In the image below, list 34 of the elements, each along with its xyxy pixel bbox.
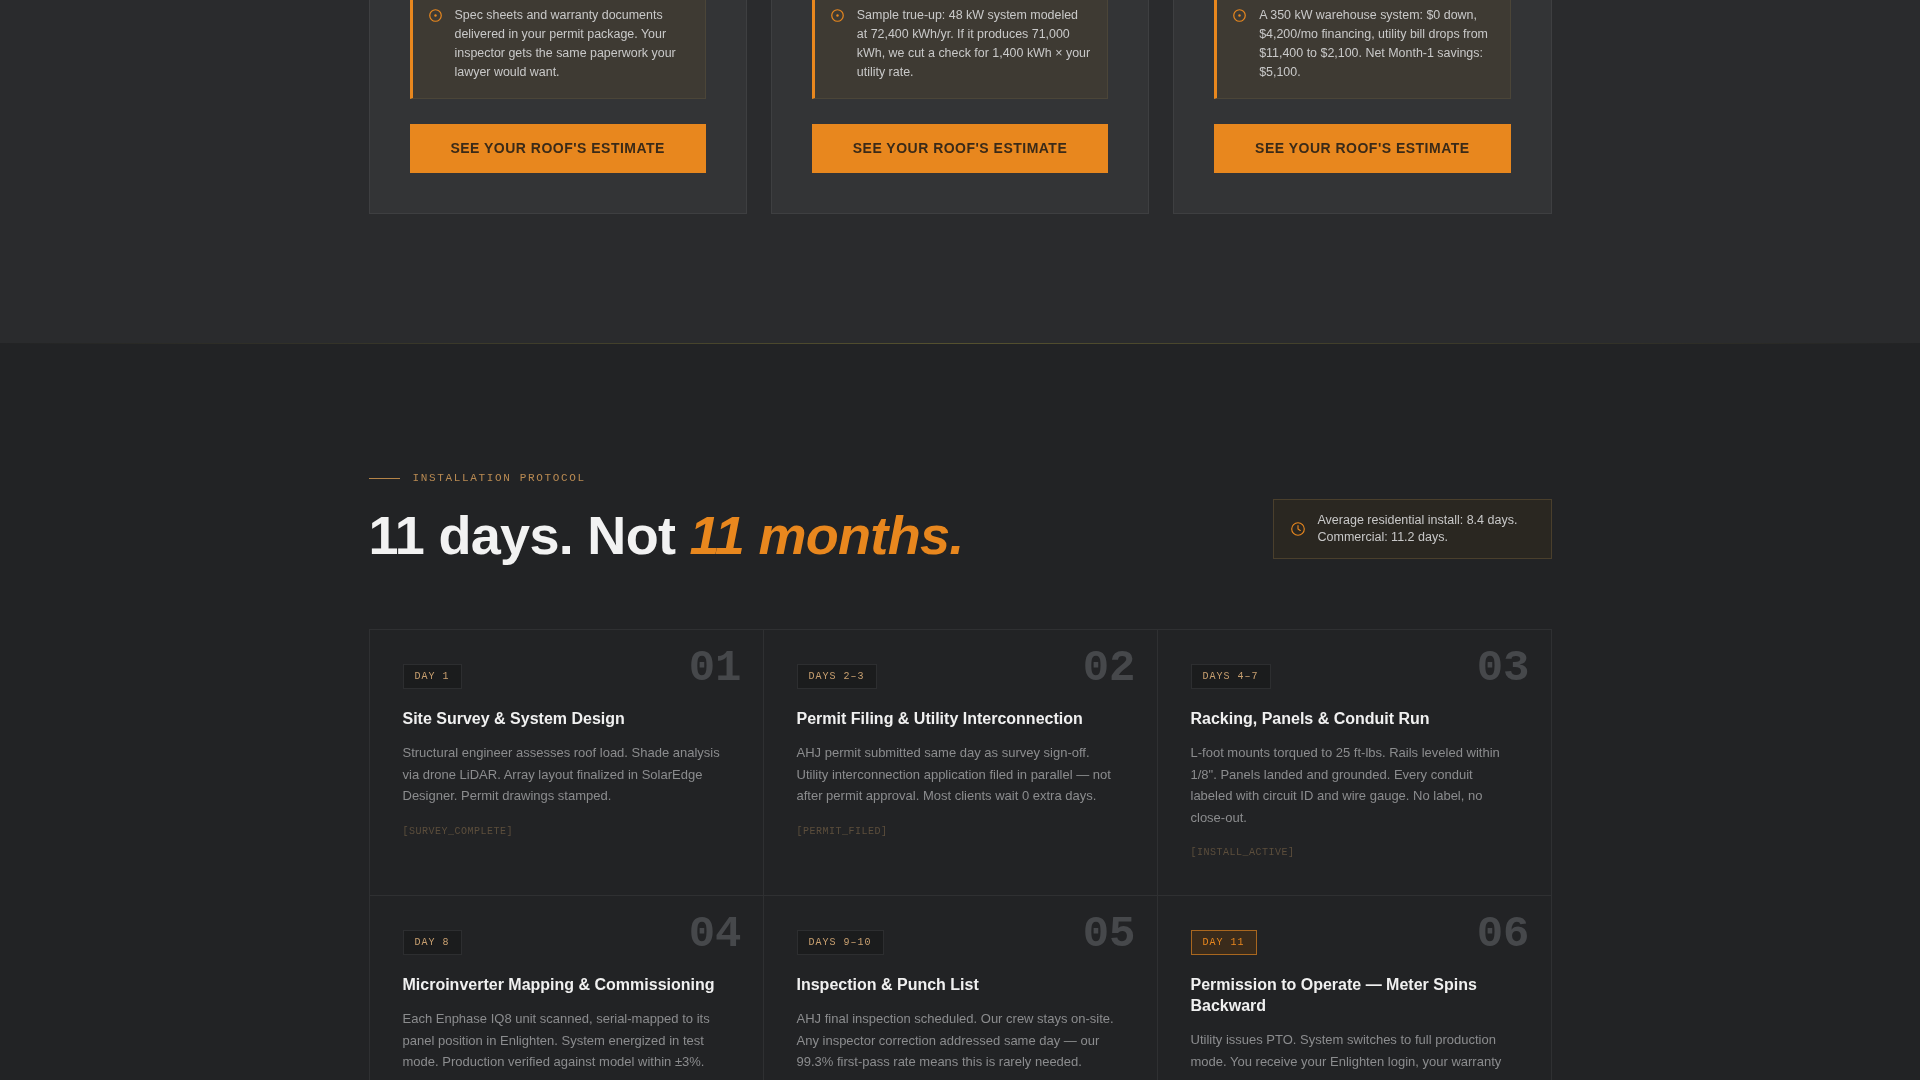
estimate-button[interactable]: SEE YOUR ROOF'S ESTIMATE (1214, 124, 1511, 173)
step-description: Structural engineer assesses roof load. Shade analysis via drone LiDAR. Array layout finalized in SolarEdge Designer. Permit drawings stamped. (402, 744, 721, 806)
section-heading: 11 days. Not 11 months. (368, 506, 964, 566)
step-description: Utility issues PTO. System switches to full production mode. You receive your Enlighten login, your warranty (1190, 1031, 1503, 1071)
note-text: Sample true-up: 48 kW system modeled at 72,400 kWh/yr. If it produces 71,000 kWh, we cut a check for 1,400 kWh × your utility rate. (856, 7, 1092, 81)
step-title: Racking, Panels & Conduit Run (1190, 709, 1431, 730)
step-title: Microinverter Mapping & Commissioning (402, 975, 716, 996)
day-badge: DAYS 4–7 (1190, 664, 1271, 690)
circle-dot-icon (830, 9, 844, 22)
step-title: Permission to Operate — Meter Spins Backward (1190, 975, 1478, 1017)
note-text: A 350 kW warehouse system: $0 down, $4,200/mo financing, utility bill drops from $11,400 to $2,100. Net Month-1 savings: $5,100. (1259, 7, 1489, 81)
day-badge: DAY 11 (1190, 930, 1257, 956)
circle-dot-icon (428, 9, 442, 22)
step-description: AHJ permit submitted same day as survey sign-off. Utility interconnection application filed in parallel — not after permit approval. Most clients wait 0 extra days. (796, 744, 1112, 806)
step-description: AHJ final inspection scheduled. Our crew stays on-site. Any inspector correction addressed same day — our 99.3% first-pass rate means this is rarely needed. (796, 1010, 1115, 1072)
status-tag: [SURVEY_COMPLETE] (402, 824, 730, 839)
day-badge: DAY 8 (402, 930, 462, 956)
step-description: L-foot mounts torqued to 25 ft-lbs. Rails leveled within 1/8". Panels landed and grounded. Every conduit labeled with circuit ID and wire gauge. No label, no close-out. (1190, 744, 1501, 827)
day-badge: DAYS 9–10 (796, 930, 884, 956)
clock-icon (1290, 522, 1305, 537)
step-title: Inspection & Punch List (796, 975, 980, 996)
status-tag: [PERMIT_FILED] (796, 824, 1124, 839)
note-text: Spec sheets and warranty documents delivered in your permit package. Your inspector gets the same paperwork your lawyer would want. (454, 7, 677, 81)
stat-text: Average residential install: 8.4 days. Commercial: 11.2 days. (1317, 512, 1519, 547)
circle-dot-icon (1233, 9, 1247, 22)
step-title: Site Survey & System Design (402, 709, 626, 730)
step-title: Permit Filing & Utility Interconnection (796, 709, 1084, 730)
step-description: Each Enphase IQ8 unit scanned, serial-mapped to its panel position in Enlighten. System energized in test mode. Production verified against model within ±3%. (402, 1010, 711, 1072)
status-tag: [INSTALL_ACTIVE] (1190, 846, 1518, 861)
estimate-button[interactable]: SEE YOUR ROOF'S ESTIMATE (811, 124, 1109, 173)
section-eyebrow: INSTALLATION PROTOCOL (412, 471, 586, 486)
day-badge: DAY 1 (402, 664, 462, 690)
day-badge: DAYS 2–3 (796, 664, 877, 690)
estimate-button[interactable]: SEE YOUR ROOF'S ESTIMATE (409, 124, 706, 173)
